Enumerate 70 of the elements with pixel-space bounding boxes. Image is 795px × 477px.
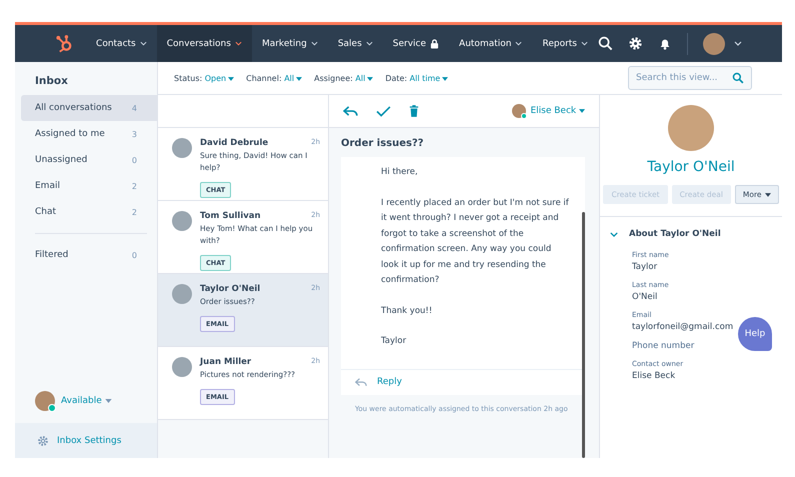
caret-icon (310, 41, 318, 46)
settings-icon (37, 434, 49, 446)
field-value: Elise Beck (632, 371, 676, 381)
search-icon[interactable] (598, 36, 613, 51)
caret-icon (442, 76, 448, 80)
assignee-avatar (512, 104, 526, 118)
caret-icon (367, 76, 374, 80)
caret-icon (515, 41, 522, 46)
field-value: Taylor (632, 262, 658, 272)
caret-icon (366, 41, 373, 46)
contact-name: Taylor O'Neil (647, 159, 735, 175)
field-value: O'Neil (632, 292, 658, 302)
trash-icon[interactable] (409, 105, 419, 117)
filter-dropdown[interactable]: Date: All time (385, 74, 448, 82)
user-avatar (35, 391, 55, 411)
assignee-dropdown[interactable]: Elise Beck (530, 106, 585, 116)
contact-avatar (172, 284, 192, 304)
section-title[interactable]: About Taylor O'Neil (629, 229, 721, 239)
caret-icon (296, 76, 302, 80)
filter-dropdown[interactable]: Assignee: All (314, 74, 374, 82)
contact-name: Juan Miller (200, 357, 252, 367)
caret-icon (581, 41, 588, 46)
message-paragraph: I recently placed an order but I'm not sure if it went through? I never got a receipt and forgot to take a screenshot of the confirmation screen. Any way you could look it up for me and try resending the confirmation? (381, 196, 570, 287)
caret-icon[interactable] (734, 41, 742, 46)
caret-icon (104, 399, 112, 403)
inbox-filter-item[interactable]: All conversations 4 (21, 95, 157, 121)
message-paragraph: Thank you!! (381, 304, 434, 318)
help-button[interactable]: Help (738, 317, 772, 351)
user-avatar[interactable] (703, 32, 725, 54)
caret-icon (764, 192, 771, 196)
caret-icon (579, 109, 585, 113)
filter-dropdown[interactable]: Status: Open (174, 74, 234, 82)
reply-arrow-icon (355, 378, 367, 386)
contact-name: David Debrule (200, 138, 268, 148)
caret-icon (140, 41, 147, 46)
contact-avatar (172, 138, 192, 158)
nav-menu-item[interactable]: Marketing (252, 25, 328, 62)
field-value: taylorfoneil@gmail.com (632, 322, 734, 332)
contact-name: Tom Sullivan (200, 211, 261, 221)
search-field[interactable]: Search this view... (628, 66, 752, 90)
inbox-title: Inbox (34, 74, 69, 89)
message-paragraph: Hi there, (381, 166, 419, 179)
nav-menu-item[interactable]: Service (382, 25, 450, 62)
reply-arrow-icon[interactable] (343, 106, 358, 116)
chevron-icon[interactable] (610, 232, 618, 236)
message-paragraph: Taylor (381, 335, 408, 348)
contact-name: Taylor O'Neil (200, 284, 260, 294)
inbox-filter-item[interactable]: Chat 2 (21, 199, 157, 225)
inbox-filter-item[interactable]: Filtered 0 (21, 242, 157, 268)
contact-avatar (172, 211, 192, 231)
field-label: Phone number (632, 341, 696, 351)
conversation-subject: Order issues?? (341, 137, 425, 151)
nav-menu-item[interactable]: Contacts (86, 25, 157, 62)
scrollbar[interactable] (582, 212, 585, 458)
inbox-filter-item[interactable]: Unassigned 0 (21, 147, 157, 173)
nav-menu-item[interactable]: Automation (449, 25, 532, 62)
nav-menu-item[interactable]: Sales (328, 25, 383, 62)
filter-dropdown[interactable]: Channel: All (246, 74, 302, 82)
sprocket-logo-icon[interactable] (55, 34, 74, 54)
nav-menu-item[interactable]: Conversations (156, 25, 252, 62)
contact-avatar (172, 357, 192, 377)
nav-menu-item[interactable]: Reports (532, 25, 598, 62)
inbox-filter-item[interactable]: Email 2 (21, 173, 157, 199)
checkmark-icon[interactable] (376, 106, 391, 116)
settings-icon[interactable] (628, 36, 643, 51)
contact-avatar (668, 105, 714, 151)
inbox-filter-item[interactable]: Assigned to me 3 (21, 121, 157, 147)
lock-icon (430, 38, 440, 48)
caret-icon (234, 41, 242, 46)
caret-icon (228, 76, 234, 80)
